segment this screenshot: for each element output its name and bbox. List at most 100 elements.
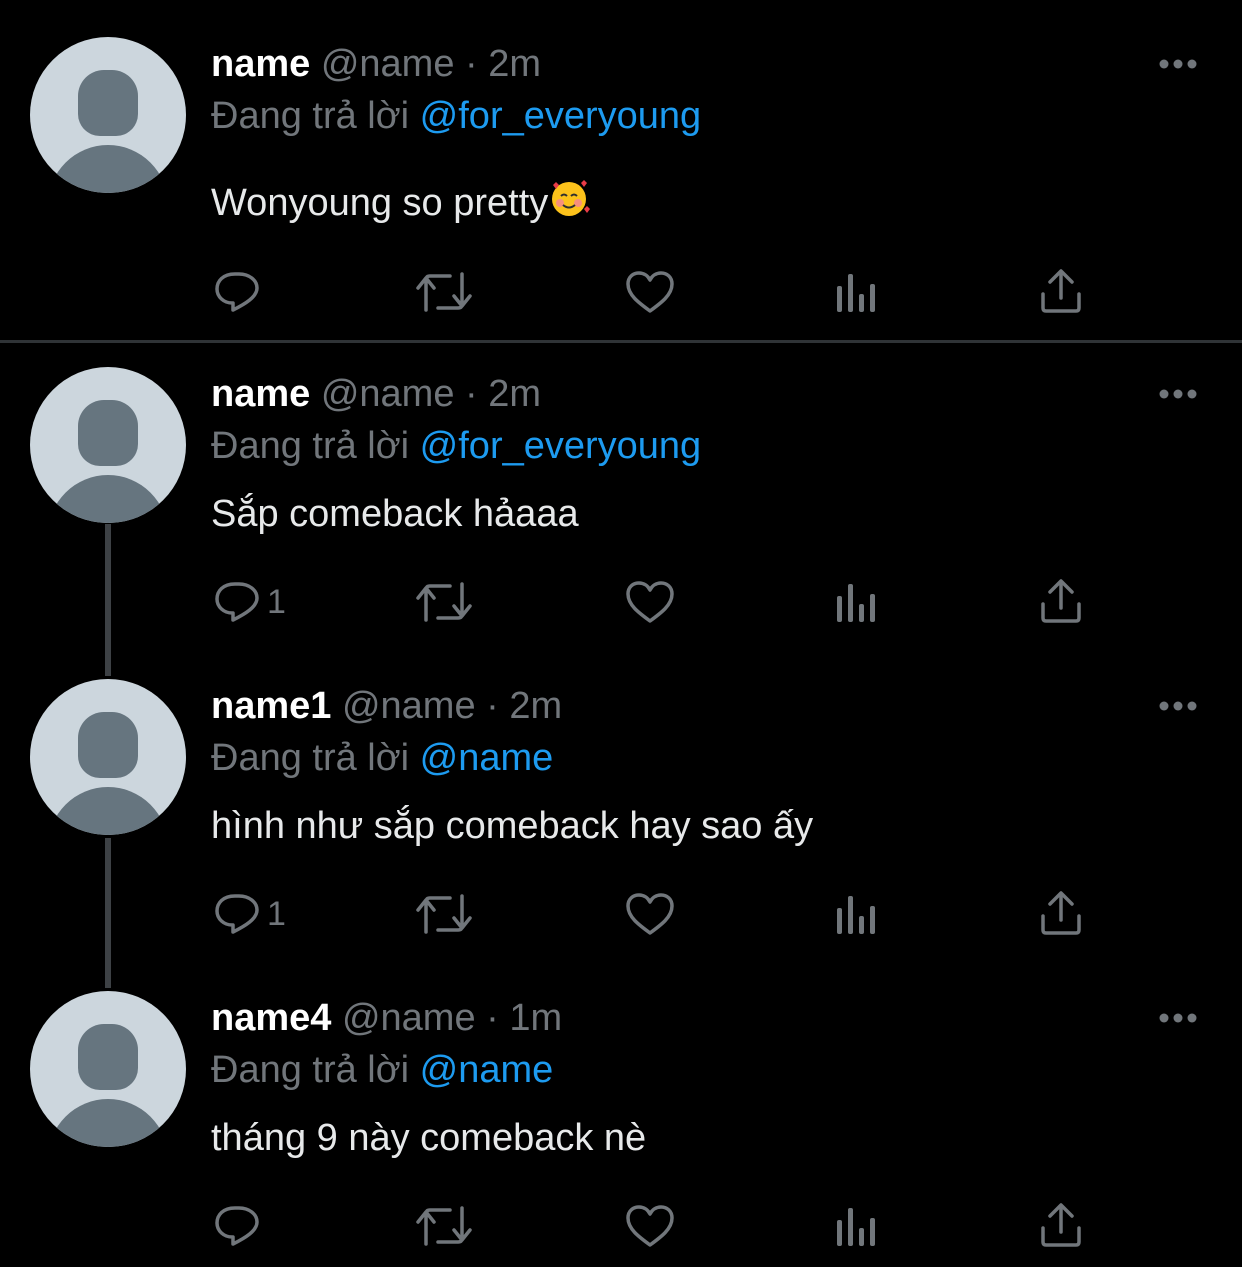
avatar-head-shape [78,400,138,466]
share-icon [1041,1203,1081,1247]
views-button[interactable] [835,894,877,934]
smiling-face-with-hearts-icon [552,180,591,216]
share-button[interactable] [1040,268,1082,314]
tweet-text: Wonyoung so pretty [211,177,591,225]
more-icon[interactable] [1158,700,1198,712]
retweet-button[interactable] [416,270,472,314]
avatar[interactable] [30,679,186,835]
avatar[interactable] [30,991,186,1147]
reply-button[interactable] [213,1202,267,1250]
display-name[interactable]: name [211,43,310,85]
handle[interactable]: @name [342,685,476,727]
replying-to-label: Đang trả lời [211,425,410,467]
thread-connector [105,524,111,676]
reply-count: 1 [267,582,286,621]
retweet-icon [416,1206,472,1246]
retweet-icon [416,894,472,934]
tweet-header: name4 @name · 1m [211,996,562,1040]
share-icon [1041,891,1081,935]
avatar-body-shape [48,475,168,523]
retweet-button[interactable] [416,892,472,936]
handle[interactable]: @name [321,43,455,85]
tweet-text-content: Wonyoung so pretty [211,182,549,224]
like-button[interactable] [625,892,675,936]
more-icon[interactable] [1158,1012,1198,1024]
replying-to-label: Đang trả lời [211,1049,410,1091]
like-icon [626,1205,674,1247]
replying-to-label: Đang trả lời [211,95,410,137]
like-button[interactable] [625,580,675,624]
avatar-body-shape [48,145,168,193]
like-icon [626,581,674,623]
reply-icon [215,272,259,312]
retweet-button[interactable] [416,1204,472,1248]
tweet-header: name @name · 2m [211,42,541,86]
replying-to-link[interactable]: @name [420,737,554,779]
replying-to-label: Đang trả lời [211,737,410,779]
separator: · [465,373,478,415]
like-icon [626,893,674,935]
tweet-text: hình như sắp comeback hay sao ấy [211,805,814,847]
views-icon [837,584,875,622]
reply-button[interactable]: 1 [213,890,286,938]
avatar[interactable] [30,367,186,523]
tweet-text: tháng 9 này comeback nè [211,1117,647,1159]
handle[interactable]: @name [342,997,476,1039]
separator: · [486,685,499,727]
replying-to: Đang trả lời @for_everyoung [211,94,701,138]
reply-button[interactable]: 1 [213,578,286,626]
more-icon[interactable] [1158,388,1198,400]
more-icon[interactable] [1158,58,1198,70]
replying-to-link[interactable]: @for_everyoung [420,95,702,137]
views-button[interactable] [835,272,877,312]
share-icon [1041,579,1081,623]
avatar-body-shape [48,1099,168,1147]
views-icon [837,1208,875,1246]
tweet-header: name1 @name · 2m [211,684,562,728]
separator: · [486,997,499,1039]
share-button[interactable] [1040,890,1082,936]
reply-timeline: name @name · 2m Đang trả lời @for_everyo… [0,0,1242,1267]
display-name[interactable]: name4 [211,997,331,1039]
timestamp[interactable]: 2m [509,685,562,727]
views-button[interactable] [835,582,877,622]
timestamp[interactable]: 2m [488,373,541,415]
reply-icon [215,1206,259,1246]
avatar-head-shape [78,1024,138,1090]
avatar-head-shape [78,70,138,136]
reply-button[interactable] [213,268,267,316]
avatar[interactable] [30,37,186,193]
tweet-header: name @name · 2m [211,372,541,416]
like-button[interactable] [625,270,675,314]
retweet-icon [416,272,472,312]
reply-icon [215,582,259,622]
replying-to: Đang trả lời @for_everyoung [211,424,701,468]
share-button[interactable] [1040,1202,1082,1248]
views-icon [837,274,875,312]
timestamp[interactable]: 1m [509,997,562,1039]
divider [0,340,1242,343]
handle[interactable]: @name [321,373,455,415]
share-button[interactable] [1040,578,1082,624]
separator: · [465,43,478,85]
replying-to: Đang trả lời @name [211,1048,553,1092]
thread-connector [105,838,111,988]
timestamp[interactable]: 2m [488,43,541,85]
replying-to: Đang trả lời @name [211,736,553,780]
display-name[interactable]: name1 [211,685,331,727]
retweet-button[interactable] [416,580,472,624]
like-button[interactable] [625,1204,675,1248]
replying-to-link[interactable]: @for_everyoung [420,425,702,467]
like-icon [626,271,674,313]
replying-to-link[interactable]: @name [420,1049,554,1091]
display-name[interactable]: name [211,373,310,415]
avatar-head-shape [78,712,138,778]
reply-count: 1 [267,894,286,933]
views-icon [837,896,875,934]
reply-icon [215,894,259,934]
retweet-icon [416,582,472,622]
views-button[interactable] [835,1206,877,1246]
share-icon [1041,269,1081,313]
tweet-text: Sắp comeback hảaaa [211,493,579,535]
avatar-body-shape [48,787,168,835]
